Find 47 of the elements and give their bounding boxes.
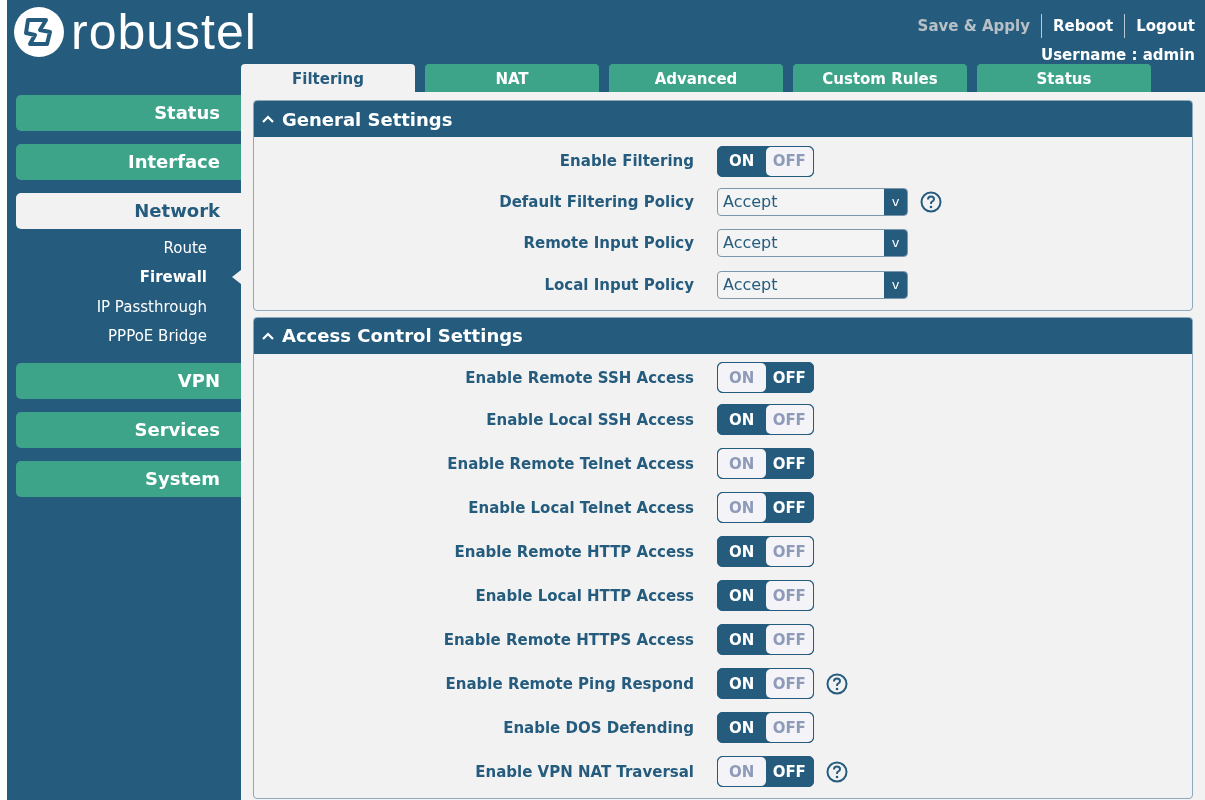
toggle-switch[interactable]: ON OFF xyxy=(717,712,814,743)
field-label: Enable Local HTTP Access xyxy=(474,586,694,605)
field-label: Local Input Policy xyxy=(543,275,694,294)
tab[interactable]: Filtering xyxy=(241,64,415,92)
field-label: Enable Remote SSH Access xyxy=(464,368,694,387)
toggle-switch[interactable]: ON OFF xyxy=(717,492,814,523)
header-link[interactable]: Reboot xyxy=(1053,17,1114,35)
sidebar-subitem[interactable]: Route xyxy=(163,238,207,257)
select-field[interactable]: Accept v xyxy=(717,187,908,216)
chevron-icon xyxy=(262,331,274,340)
sidebar-subitem[interactable]: IP Passthrough xyxy=(96,297,207,316)
header-link[interactable]: Logout xyxy=(1136,17,1195,35)
help-icon[interactable] xyxy=(826,760,848,783)
select-field[interactable]: Accept v xyxy=(717,229,908,258)
toggle-switch[interactable]: ON OFF xyxy=(717,536,814,567)
field-label: Enable DOS Defending xyxy=(502,718,694,737)
logo-text: robustel xyxy=(71,7,257,57)
section-header[interactable]: General Settings xyxy=(254,101,1192,137)
field-label: Remote Input Policy xyxy=(522,234,694,253)
section-header[interactable]: Access Control Settings xyxy=(254,317,1192,354)
toggle-switch[interactable]: ON OFF xyxy=(717,756,814,787)
field-label: Enable Remote HTTPS Access xyxy=(442,630,694,649)
select-field[interactable]: Accept v xyxy=(717,270,908,299)
help-icon[interactable] xyxy=(920,190,942,213)
toggle-switch[interactable]: ON OFF xyxy=(717,362,814,393)
field-label: Enable Local SSH Access xyxy=(485,410,694,429)
help-icon[interactable] xyxy=(826,672,848,695)
field-label: Enable VPN NAT Traversal xyxy=(474,762,694,781)
sidebar-item[interactable]: Network xyxy=(16,193,241,229)
field-label: Enable Remote Ping Respond xyxy=(444,674,694,693)
logo-icon xyxy=(13,6,65,58)
toggle-switch[interactable]: ON OFF xyxy=(717,580,814,611)
toggle-switch[interactable]: ON OFF xyxy=(717,145,814,177)
header-link[interactable]: Save & Apply xyxy=(917,17,1030,35)
chevron-icon xyxy=(262,115,274,123)
field-label: Default Filtering Policy xyxy=(498,192,694,211)
username-label: Username : admin xyxy=(1040,46,1195,64)
field-label: Enable Remote Telnet Access xyxy=(446,454,694,473)
sidebar-subitem[interactable]: PPPoE Bridge xyxy=(108,327,207,346)
toggle-switch[interactable]: ON OFF xyxy=(717,624,814,655)
field-label: Enable Remote HTTP Access xyxy=(453,542,694,561)
field-label: Enable Filtering xyxy=(558,152,694,170)
toggle-switch[interactable]: ON OFF xyxy=(717,668,814,699)
sidebar-subitem[interactable]: Firewall xyxy=(139,268,207,287)
field-label: Enable Local Telnet Access xyxy=(467,498,694,517)
toggle-switch[interactable]: ON OFF xyxy=(717,448,814,479)
toggle-switch[interactable]: ON OFF xyxy=(717,404,814,435)
